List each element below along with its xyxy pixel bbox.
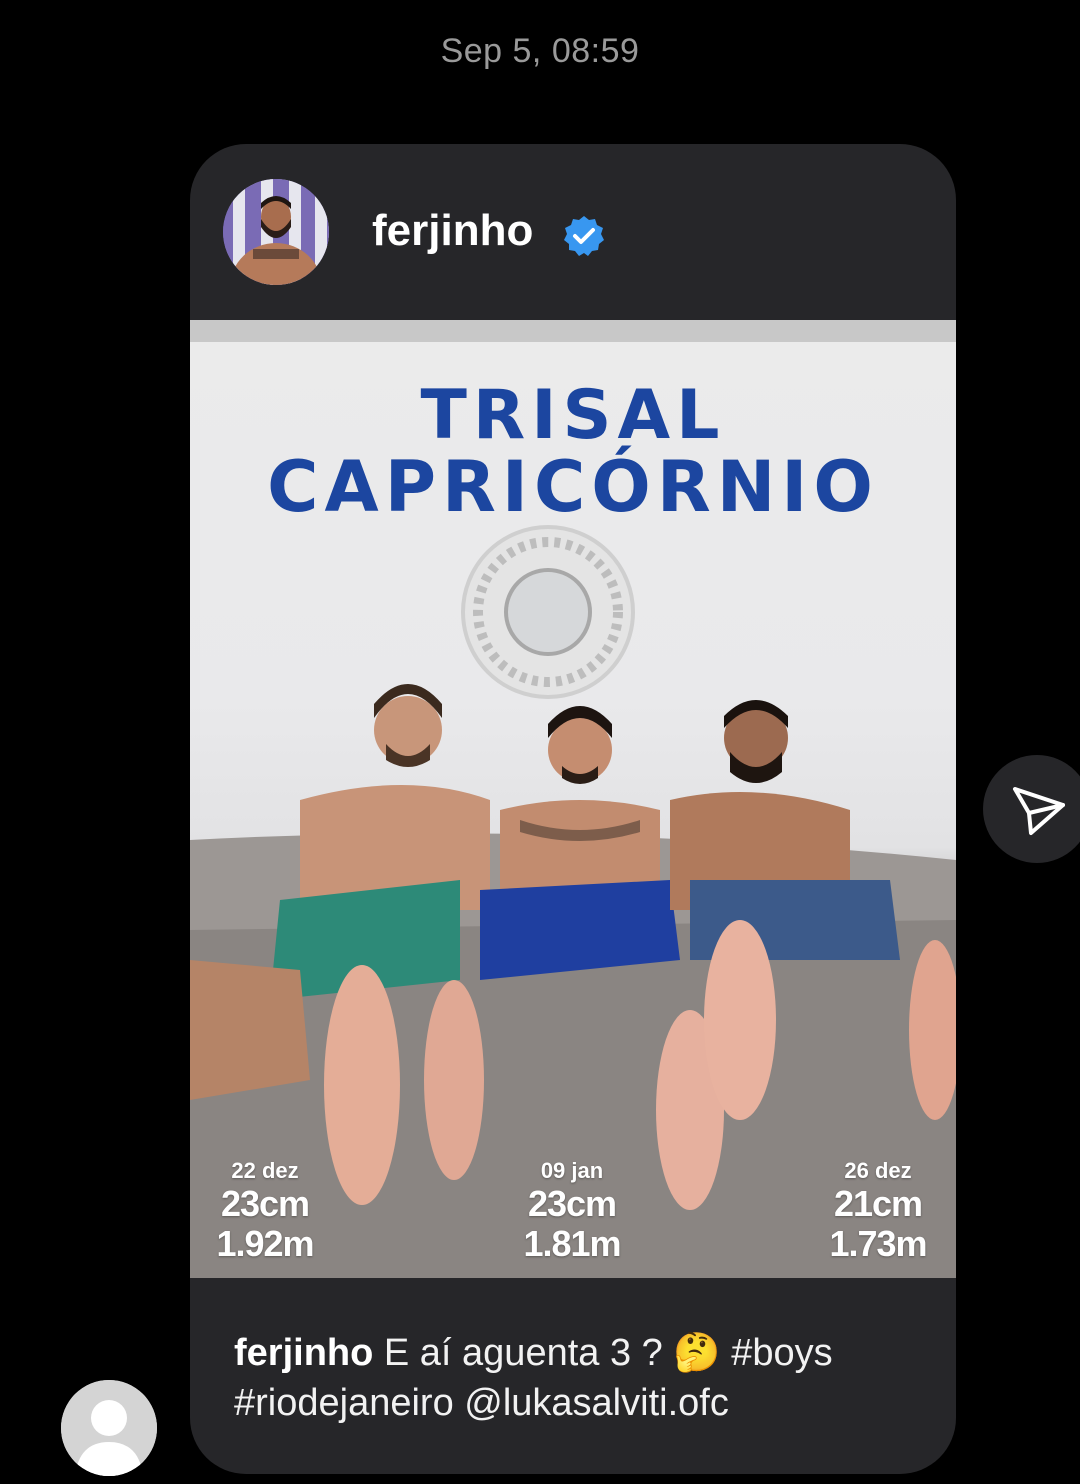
wall-mirror [461,525,635,699]
author-avatar[interactable] [223,179,329,285]
dm-thread-screen: Sep 5, 08:59 ferjinho TRISAL CAPRICÓRNIO… [0,0,1080,1484]
stat-height: 1.81m [523,1223,621,1264]
stat-column-middle: 09 jan 23cm 1.81m [482,1158,662,1264]
stat-date: 09 jan [540,1158,604,1183]
stat-length: 21cm [833,1183,923,1224]
post-caption[interactable]: ferjinho E aí aguenta 3 ? 🤔 #boys #riode… [234,1328,934,1428]
image-title-line-1: TRISAL [420,376,726,455]
stat-column-left: 22 dez 23cm 1.92m [190,1158,355,1264]
stat-length: 23cm [220,1183,310,1224]
stat-date: 26 dez [844,1158,912,1183]
post-header[interactable]: ferjinho [190,144,956,320]
caption-username[interactable]: ferjinho [234,1332,373,1374]
shared-post-card[interactable]: ferjinho TRISAL CAPRICÓRNIO 22 dez 23cm … [190,144,956,1474]
author-username[interactable]: ferjinho [372,206,533,256]
default-avatar-icon [61,1380,157,1476]
image-title-line-2: CAPRICÓRNIO [267,446,879,528]
stat-height: 1.92m [216,1223,314,1264]
post-image[interactable]: TRISAL CAPRICÓRNIO 22 dez 23cm 1.92m 09 … [190,320,956,1278]
message-timestamp: Sep 5, 08:59 [440,32,640,70]
stat-length: 23cm [527,1183,617,1224]
share-button[interactable] [983,755,1080,863]
stat-height: 1.73m [829,1223,927,1264]
stat-column-right: 26 dez 21cm 1.73m [788,1158,956,1264]
sender-avatar[interactable] [61,1380,157,1476]
paper-plane-icon [1013,787,1065,835]
author-avatar-image [223,179,329,285]
stat-date: 22 dez [231,1158,299,1183]
verified-badge-icon [564,216,604,256]
